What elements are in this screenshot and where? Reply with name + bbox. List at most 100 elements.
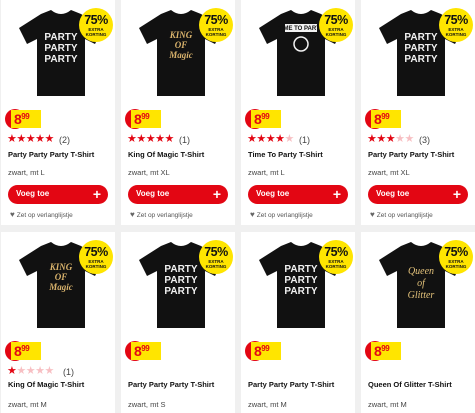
star-filled-icon: ★	[127, 133, 137, 145]
product-title[interactable]: Party Party Party T-Shirt	[8, 150, 94, 159]
star-filled-icon: ★	[247, 133, 257, 145]
review-count[interactable]: (1)	[299, 135, 310, 145]
discount-sub-2: KORTING	[205, 264, 227, 269]
star-filled-icon: ★	[256, 133, 266, 145]
rating-stars: ★★★★★	[7, 366, 54, 377]
star-empty-icon: ★	[16, 365, 26, 377]
discount-sub-2: KORTING	[445, 32, 467, 37]
price-value: 899	[14, 111, 30, 127]
discount-badge: 75% EXTRA KORTING	[439, 240, 473, 274]
star-filled-icon: ★	[7, 365, 17, 377]
wishlist-link[interactable]: ♥ Zet op verlanglijstje	[250, 210, 313, 219]
product-variant: zwart, mt L	[8, 168, 45, 177]
product-variant: zwart, mt M	[368, 400, 407, 409]
product-card[interactable]: KING OF Magic 75% EXTRA KORTING 899 ★★★★★ …	[1, 232, 115, 413]
product-title[interactable]: Time To Party T-Shirt	[248, 150, 323, 159]
discount-percent: 75%	[84, 245, 108, 259]
heart-icon: ♥	[370, 210, 375, 219]
discount-sub-2: KORTING	[85, 32, 107, 37]
price-tag: 899	[5, 109, 45, 129]
star-filled-icon: ★	[25, 133, 36, 145]
shirt-print-text: PARTY	[44, 32, 77, 43]
product-card[interactable]: Queen of Glitter 75% EXTRA KORTING 899 Que…	[361, 232, 475, 413]
review-count[interactable]: (2)	[59, 135, 70, 145]
star-empty-icon: ★	[35, 365, 45, 377]
product-card[interactable]: PARTY PARTY PARTY 75% EXTRA KORTING 899 ★★…	[361, 0, 475, 225]
shirt-print-text: PARTY	[44, 43, 77, 54]
product-title[interactable]: Queen Of Glitter T-Shirt	[368, 380, 452, 389]
add-to-cart-label: Voeg toe	[136, 189, 170, 198]
shirt-print-text: of	[417, 278, 426, 289]
star-filled-icon: ★	[385, 133, 396, 145]
rating-stars: ★★★★★	[367, 134, 414, 145]
shirt-print-text: PARTY	[404, 54, 437, 65]
product-card[interactable]: TIME TO PARTY 75% EXTRA KORTING 899 ★★★★…	[241, 0, 355, 225]
discount-badge: 75% EXTRA KORTING	[319, 8, 353, 42]
add-to-cart-button[interactable]: Voeg toe +	[248, 185, 348, 204]
product-card[interactable]: KING OF Magic 75% EXTRA KORTING 899 ★★★★★ …	[121, 0, 235, 225]
shirt-print-text: PARTY	[164, 264, 197, 275]
discount-sub-2: KORTING	[205, 32, 227, 37]
review-count[interactable]: (3)	[419, 135, 430, 145]
plus-icon: +	[332, 186, 341, 202]
discount-badge: 75% EXTRA KORTING	[199, 8, 233, 42]
star-empty-icon: ★	[395, 133, 405, 145]
shirt-print-text: PARTY	[44, 54, 77, 65]
star-filled-icon: ★	[136, 133, 146, 145]
price-tag: 899	[125, 109, 165, 129]
price-tag: 899	[245, 341, 285, 361]
add-to-cart-button[interactable]: Voeg toe +	[128, 185, 228, 204]
product-grid: PARTY PARTY PARTY 75% EXTRA KORTING 899 ★★…	[0, 0, 475, 413]
shirt-print-text: PARTY	[284, 286, 317, 297]
add-to-cart-button[interactable]: Voeg toe +	[368, 185, 468, 204]
heart-icon: ♥	[130, 210, 135, 219]
discount-percent: 75%	[324, 13, 348, 27]
product-card[interactable]: PARTY PARTY PARTY 75% EXTRA KORTING 899 Pa…	[241, 232, 355, 413]
discount-sub-2: KORTING	[85, 264, 107, 269]
rating-stars: ★★★★★	[7, 134, 54, 145]
plus-icon: +	[212, 186, 221, 202]
wishlist-link[interactable]: ♥ Zet op verlanglijstje	[10, 210, 73, 219]
add-to-cart-button[interactable]: Voeg toe +	[8, 185, 108, 204]
shirt-print-text: KING	[169, 30, 193, 40]
review-count[interactable]: (1)	[63, 367, 74, 377]
product-card[interactable]: PARTY PARTY PARTY 75% EXTRA KORTING 899 ★★…	[1, 0, 115, 225]
shirt-print-text: KING	[49, 262, 73, 272]
add-to-cart-label: Voeg toe	[376, 189, 410, 198]
shirt-print-text: Magic	[48, 282, 73, 292]
wishlist-link[interactable]: ♥ Zet op verlanglijstje	[130, 210, 193, 219]
star-filled-icon: ★	[35, 133, 45, 145]
shirt-print-text: OF	[175, 40, 188, 50]
star-filled-icon: ★	[376, 133, 386, 145]
price-value: 899	[134, 111, 150, 127]
price-tag: 899	[5, 341, 45, 361]
product-title[interactable]: Party Party Party T-Shirt	[248, 380, 334, 389]
star-empty-icon: ★	[44, 365, 55, 377]
rating-stars: ★★★★★	[127, 134, 174, 145]
product-title[interactable]: King Of Magic T-Shirt	[128, 150, 204, 159]
product-title[interactable]: Party Party Party T-Shirt	[368, 150, 454, 159]
price-value: 899	[14, 343, 30, 359]
discount-sub-2: KORTING	[325, 32, 347, 37]
discount-badge: 75% EXTRA KORTING	[79, 240, 113, 274]
product-variant: zwart, mt S	[128, 400, 166, 409]
discount-sub-2: KORTING	[445, 264, 467, 269]
star-empty-icon: ★	[404, 133, 415, 145]
product-title[interactable]: Party Party Party T-Shirt	[128, 380, 214, 389]
shirt-print-text: PARTY	[284, 275, 317, 286]
star-filled-icon: ★	[44, 133, 55, 145]
discount-percent: 75%	[444, 245, 468, 259]
product-card[interactable]: PARTY PARTY PARTY 75% EXTRA KORTING 899 Pa…	[121, 232, 235, 413]
wishlist-link[interactable]: ♥ Zet op verlanglijstje	[370, 210, 433, 219]
star-empty-icon: ★	[284, 133, 295, 145]
plus-icon: +	[92, 186, 101, 202]
shirt-print-text: OF	[55, 272, 68, 282]
heart-icon: ♥	[10, 210, 15, 219]
price-value: 899	[254, 343, 270, 359]
rating-stars: ★★★★★	[247, 134, 294, 145]
star-filled-icon: ★	[164, 133, 175, 145]
product-title[interactable]: King Of Magic T-Shirt	[8, 380, 84, 389]
review-count[interactable]: (1)	[179, 135, 190, 145]
product-variant: zwart, mt XL	[368, 168, 410, 177]
shirt-print-text: TIME TO PARTY	[278, 26, 324, 32]
